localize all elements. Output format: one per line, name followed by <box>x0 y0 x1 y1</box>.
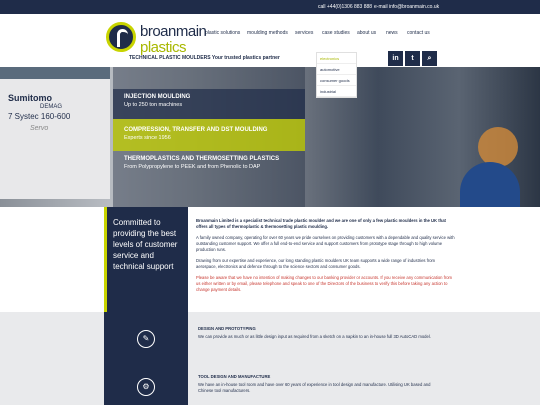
machine-brand: Sumitomo <box>8 93 52 103</box>
dropdown-item-industrial[interactable]: industrial <box>317 86 356 97</box>
machine-model: 7 Systec 160-600 <box>8 112 71 121</box>
service-design: DESIGN AND PROTOTYPING We can provide as… <box>198 326 443 340</box>
design-icon: ✎ <box>137 330 155 348</box>
intro-paragraph-3: Drawing from our expertise and experienc… <box>196 258 436 269</box>
hero-pane-injection[interactable]: INJECTION MOULDING Up to 250 ton machine… <box>113 89 305 119</box>
nav-news[interactable]: news <box>386 30 398 36</box>
social-links: in t ⌕ <box>388 51 438 66</box>
machine-top <box>0 67 110 79</box>
nav-plastic-solutions[interactable]: plastic solutions <box>205 30 240 36</box>
nav-case-studies[interactable]: case studies <box>322 30 350 36</box>
logo-mark <box>106 22 136 52</box>
services-section: ✎ DESIGN AND PROTOTYPING We can provide … <box>0 312 540 405</box>
email-link[interactable]: e-mail info@broanmain.co.uk <box>374 4 439 10</box>
operator-arm <box>460 162 520 207</box>
service-title: TOOL DESIGN AND MANUFACTURE <box>198 374 271 379</box>
intro-headline: Committed to providing the best levels o… <box>113 218 178 271</box>
tagline: TECHNICAL PLASTIC MOULDERS Your trusted … <box>129 55 280 61</box>
logo-text-broanmain: broanmain <box>140 23 207 40</box>
case-studies-dropdown: electronics automotive consumer goods in… <box>316 52 357 98</box>
service-text: We can provide as much or as little desi… <box>198 334 431 339</box>
pane-title: THERMOPLASTICS AND THERMOSETTING PLASTIC… <box>124 156 280 162</box>
site-header: broanmain plastics plastic solutions mou… <box>0 14 540 67</box>
hero-pane-compression[interactable]: COMPRESSION, TRANSFER AND DST MOULDING E… <box>113 119 305 151</box>
intro-section: Committed to providing the best levels o… <box>0 207 540 312</box>
dropdown-item-automotive[interactable]: automotive <box>317 64 356 75</box>
dropdown-item-electronics[interactable]: electronics <box>317 53 356 64</box>
pane-title: INJECTION MOULDING <box>124 94 191 100</box>
machine-brand-demag: DEMAG <box>40 104 63 110</box>
phone-number[interactable]: call +44(0)1306 883 888 <box>318 4 372 10</box>
nav-services[interactable]: services <box>295 30 313 36</box>
pane-sub: From Polypropylene to PEEK and from Phen… <box>124 164 261 170</box>
intro-paragraph-1: Broanmain Limited is a specialist techni… <box>196 218 446 229</box>
operator-hand <box>478 127 518 167</box>
hero-banner: Sumitomo DEMAG 7 Systec 160-600 Servo IN… <box>0 67 540 207</box>
nav-moulding-methods[interactable]: moulding methods <box>247 30 288 36</box>
tool-icon: ⚙ <box>137 378 155 396</box>
machine-servo: Servo <box>30 125 49 132</box>
twitter-icon[interactable]: t <box>405 51 420 66</box>
intro-warning: Please be aware that we have no intentio… <box>196 275 453 292</box>
top-contact-bar: call +44(0)1306 883 888 e-mail info@broa… <box>0 0 540 14</box>
linkedin-icon[interactable]: in <box>388 51 403 66</box>
service-tool: TOOL DESIGN AND MANUFACTURE We have an i… <box>198 374 443 394</box>
intro-headline-box: Committed to providing the best levels o… <box>104 207 188 312</box>
service-title: DESIGN AND PROTOTYPING <box>198 326 256 331</box>
service-text: We have an in-house tool room and have o… <box>198 382 431 393</box>
search-icon[interactable]: ⌕ <box>422 51 437 66</box>
hero-pane-thermoplastics[interactable]: THERMOPLASTICS AND THERMOSETTING PLASTIC… <box>113 151 305 187</box>
pane-sub: Experts since 1956 <box>124 135 171 141</box>
nav-about-us[interactable]: about us <box>357 30 376 36</box>
pane-sub: Up to 250 ton machines <box>124 102 183 108</box>
logo-text-plastics: plastics <box>140 39 187 56</box>
accent-stripe <box>104 207 107 312</box>
nav-contact-us[interactable]: contact us <box>407 30 430 36</box>
intro-paragraph-2: A family owned company, operating for ov… <box>196 235 455 252</box>
dropdown-item-consumer-goods[interactable]: consumer goods <box>317 75 356 86</box>
intro-text: Broanmain Limited is a specialist techni… <box>196 218 456 298</box>
pane-title: COMPRESSION, TRANSFER AND DST MOULDING <box>124 127 268 133</box>
